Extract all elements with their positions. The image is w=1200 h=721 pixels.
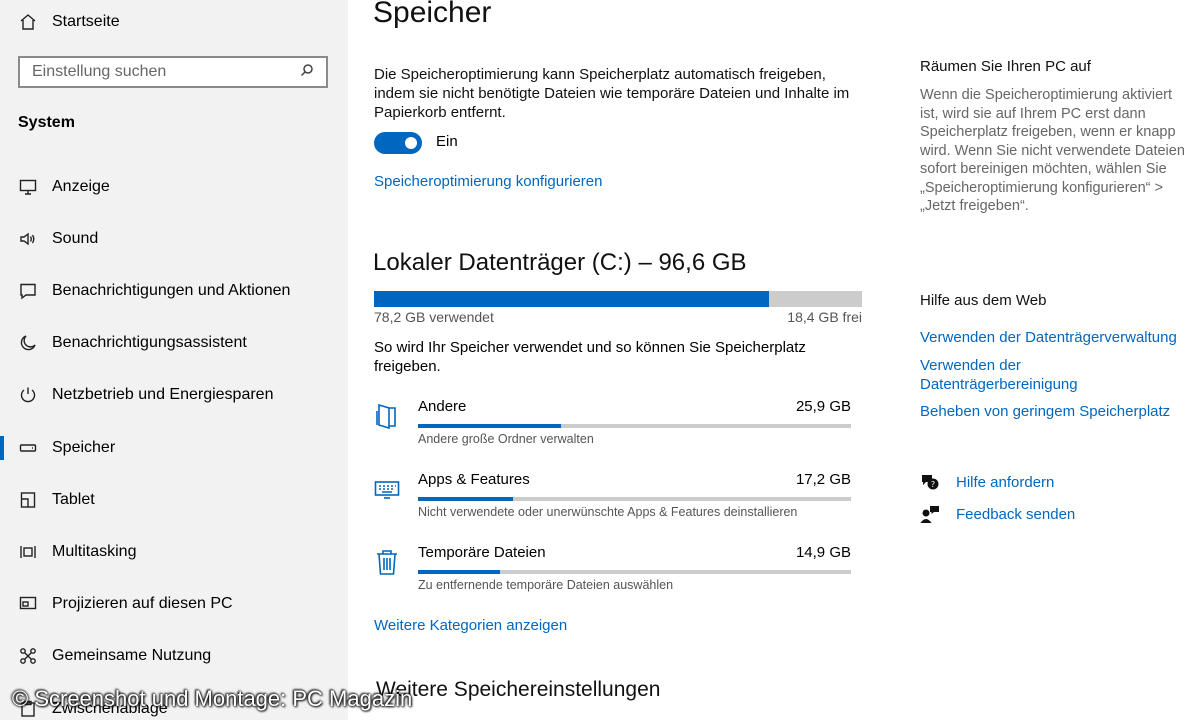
sidebar-item-label: Sound <box>52 230 99 247</box>
moon-icon <box>18 333 38 353</box>
storage-sense-description: Die Speicheroptimierung kann Speicherpla… <box>374 66 850 121</box>
sidebar-item-label: Benachrichtigungen und Aktionen <box>52 282 291 299</box>
category-subtitle: Andere große Ordner verwalten <box>418 432 594 446</box>
feedback-icon <box>920 504 942 524</box>
category-subtitle: Zu entfernende temporäre Dateien auswähl… <box>418 578 674 592</box>
sidebar-item-benachrichtigungen[interactable]: Benachrichtigungen und Aktionen <box>18 279 290 303</box>
sidebar-item-gemeinsame-nutzung[interactable]: Gemeinsame Nutzung <box>18 644 211 668</box>
category-bar <box>418 497 851 501</box>
page-title: Speicher <box>373 0 492 29</box>
category-name: Andere <box>418 398 467 415</box>
sidebar-item-label: Speicher <box>52 439 116 456</box>
category-size: 25,9 GB <box>795 398 851 415</box>
power-icon <box>18 385 38 405</box>
category-bar-fill <box>418 497 514 501</box>
category-bar-fill <box>418 424 561 428</box>
toggle-label: Ein <box>436 133 458 150</box>
toggle-knob <box>405 137 417 149</box>
sidebar-item-label: Tablet <box>52 491 95 508</box>
sidebar-item-projizieren[interactable]: Projizieren auf diesen PC <box>18 592 233 616</box>
trash-icon <box>374 548 400 576</box>
get-help-label: Hilfe anfordern <box>956 473 1055 491</box>
web-link-disk-cleanup[interactable]: Verwenden der Datenträgerbereinigung <box>920 356 1110 394</box>
category-name: Apps & Features <box>418 471 530 488</box>
sidebar-item-multitasking[interactable]: Multitasking <box>18 540 136 564</box>
monitor-icon <box>18 177 38 197</box>
category-bar-fill <box>418 570 501 574</box>
notification-icon <box>18 281 38 301</box>
sidebar-item-benachrichtigungsassistent[interactable]: Benachrichtigungsassistent <box>18 331 247 355</box>
search-input[interactable] <box>32 63 300 81</box>
category-size: 14,9 GB <box>795 544 851 561</box>
svg-text:?: ? <box>931 480 935 489</box>
folder-icon <box>374 402 400 430</box>
sidebar-item-netzbetrieb[interactable]: Netzbetrieb und Energiesparen <box>18 383 273 407</box>
active-indicator <box>0 436 4 460</box>
home-icon <box>18 12 38 32</box>
category-bar <box>418 570 851 574</box>
usage-text: So wird Ihr Speicher verwendet und so kö… <box>374 339 806 375</box>
speaker-icon <box>18 229 38 249</box>
category-name: Temporäre Dateien <box>418 544 546 561</box>
sidebar-section-title: System <box>18 114 75 131</box>
sidebar-item-label: Netzbetrieb und Energiesparen <box>52 386 274 403</box>
search-icon[interactable] <box>300 63 314 82</box>
category-apps-features[interactable]: Apps & Features 17,2 GB Nicht verwendete… <box>374 471 854 531</box>
sidebar: Startseite System Anzeige Sound Benachri… <box>0 0 348 720</box>
multitasking-icon <box>18 542 38 562</box>
disk-usage-fill <box>374 291 770 307</box>
more-settings-title: Weitere Speichereinstellungen <box>376 678 661 701</box>
sidebar-item-label: Gemeinsame Nutzung <box>52 647 212 664</box>
disk-free-label: 18,4 GB frei <box>787 309 862 325</box>
disk-title: Lokaler Datenträger (C:) – 96,6 GB <box>373 249 747 276</box>
configure-storage-sense-link[interactable]: Speicheroptimierung konfigurieren <box>374 173 602 190</box>
keyboard-icon <box>374 475 400 503</box>
disk-used-label: 78,2 GB verwendet <box>374 309 494 325</box>
search-box[interactable] <box>18 56 328 88</box>
sidebar-item-label: Multitasking <box>52 543 137 560</box>
sidebar-item-home[interactable]: Startseite <box>18 10 120 34</box>
category-andere[interactable]: Andere 25,9 GB Andere große Ordner verwa… <box>374 398 854 458</box>
watermark: © Screenshot und Montage: PC Magazin <box>12 686 413 711</box>
storage-sense-toggle[interactable] <box>374 132 422 154</box>
storage-icon <box>18 438 38 458</box>
shared-experiences-icon <box>18 646 38 666</box>
sidebar-item-sound[interactable]: Sound <box>18 227 98 251</box>
feedback-label: Feedback senden <box>956 505 1076 523</box>
web-link-disk-management[interactable]: Verwenden der Datenträgerverwaltung <box>920 328 1190 347</box>
sidebar-item-label: Anzeige <box>52 178 110 195</box>
feedback-link[interactable]: Feedback senden <box>920 504 1075 524</box>
category-temporaere-dateien[interactable]: Temporäre Dateien 14,9 GB Zu entfernende… <box>374 544 854 604</box>
category-bar <box>418 424 851 428</box>
category-subtitle: Nicht verwendete oder unerwünschte Apps … <box>418 505 798 519</box>
show-more-categories-link[interactable]: Weitere Kategorien anzeigen <box>374 617 567 634</box>
sidebar-item-anzeige[interactable]: Anzeige <box>18 175 110 199</box>
cleanup-text: Wenn die Speicheroptimierung aktiviert i… <box>920 87 1185 214</box>
web-link-low-storage[interactable]: Beheben von geringem Speicherplatz <box>920 402 1190 421</box>
sidebar-item-label: Benachrichtigungsassistent <box>52 334 247 351</box>
sidebar-item-label: Projizieren auf diesen PC <box>52 595 233 612</box>
sidebar-item-speicher[interactable]: Speicher <box>18 436 115 460</box>
sidebar-item-label: Startseite <box>52 13 120 30</box>
get-help-link[interactable]: ? Hilfe anfordern <box>920 472 1054 492</box>
category-size: 17,2 GB <box>795 471 851 488</box>
help-chat-icon: ? <box>920 472 942 492</box>
sidebar-item-tablet[interactable]: Tablet <box>18 488 95 512</box>
tablet-icon <box>18 490 38 510</box>
disk-usage-bar <box>374 291 862 307</box>
project-icon <box>18 594 38 614</box>
web-help-title: Hilfe aus dem Web <box>920 292 1047 309</box>
cleanup-title: Räumen Sie Ihren PC auf <box>920 58 1091 75</box>
